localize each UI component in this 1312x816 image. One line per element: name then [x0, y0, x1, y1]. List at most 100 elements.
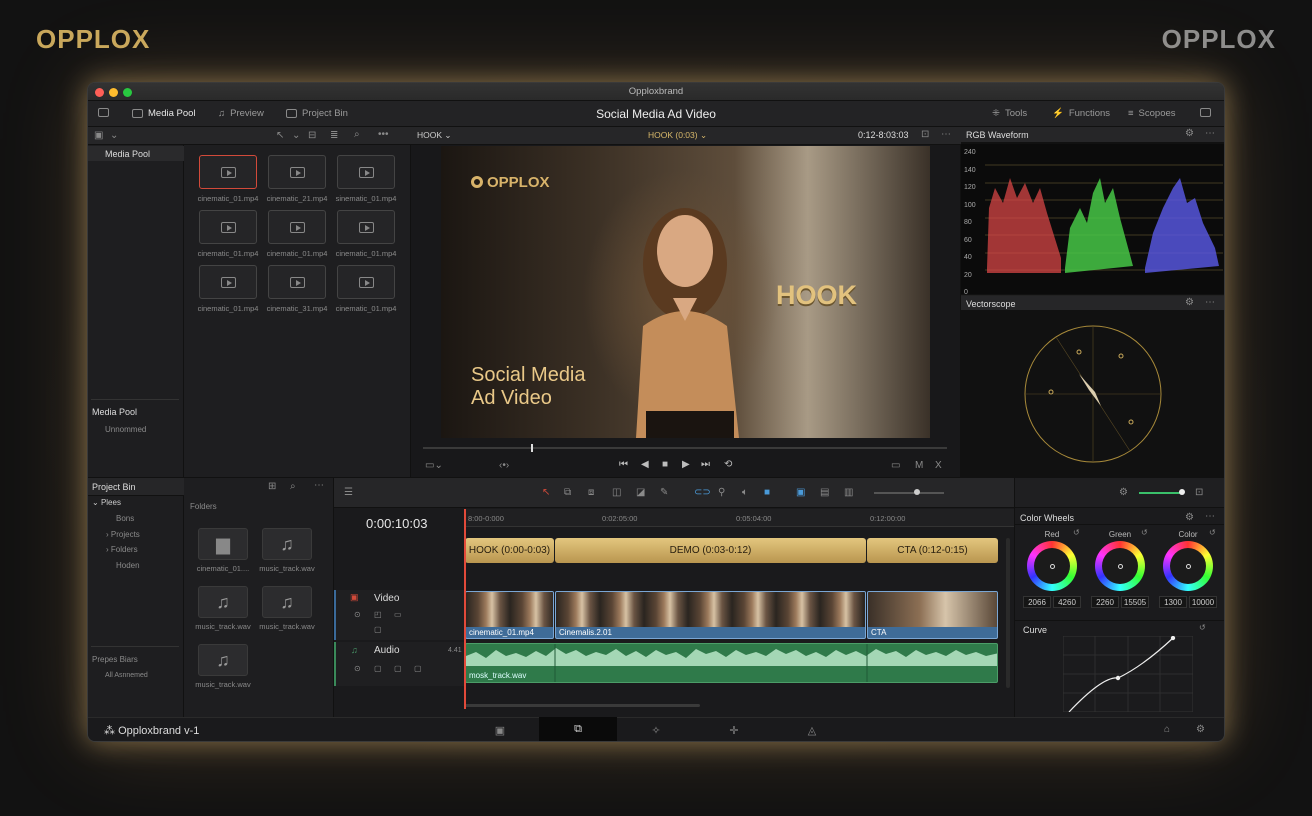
wheel-value[interactable]: 2066	[1023, 596, 1051, 608]
media-clip-thumb[interactable]	[268, 265, 326, 299]
video-clip-1[interactable]: cinematic_01.mp4	[465, 591, 554, 639]
wheel-value[interactable]: 4260	[1053, 596, 1081, 608]
reset-icon[interactable]: ↺	[1199, 623, 1206, 632]
selection-tool-icon[interactable]: ↖	[542, 487, 550, 498]
view-mode-icon[interactable]: ▭⌄	[425, 460, 443, 471]
loop-icon[interactable]: ⟲	[724, 459, 732, 470]
blade-tool-icon[interactable]: ⧈	[588, 487, 594, 498]
gear-icon[interactable]: ⚙	[1119, 487, 1128, 498]
viewer-clip-dropdown[interactable]: HOOK ⌄	[417, 130, 452, 141]
play-icon[interactable]: ▶	[682, 459, 690, 470]
gear-icon[interactable]: ⚙	[1185, 512, 1194, 523]
sidebar-item-media-pool[interactable]: Media Pool	[88, 146, 184, 161]
wheel-handle[interactable]	[1118, 564, 1123, 569]
bin-item-thumb[interactable]: ♫	[262, 528, 312, 560]
zoom-slider[interactable]	[874, 489, 944, 495]
timeline-scrollbar[interactable]	[464, 704, 700, 707]
wheel-handle[interactable]	[1186, 564, 1191, 569]
stop-icon[interactable]: ■	[662, 459, 668, 470]
bin-item-thumb[interactable]: ♫	[262, 586, 312, 618]
camera-tool-icon[interactable]: ◫	[612, 487, 621, 498]
enable-icon[interactable]: ▢	[374, 625, 382, 634]
page-fusion-button[interactable]: ✧	[617, 717, 695, 741]
output-icon[interactable]: ▭	[394, 610, 402, 619]
color-wheel-green[interactable]	[1095, 541, 1145, 591]
wheel-handle[interactable]	[1050, 564, 1055, 569]
scopes-button[interactable]: ≡ Scopoes	[1128, 108, 1176, 119]
page-edit-button[interactable]: ⧉	[539, 717, 617, 741]
mark-out-icon[interactable]: X	[935, 460, 942, 471]
media-clip-thumb[interactable]	[268, 155, 326, 189]
more-icon[interactable]: ⋯	[1205, 511, 1215, 522]
segment-demo[interactable]: DEMO (0:03-0:12)	[555, 538, 866, 563]
timeline-ruler[interactable]: 8:00-0:000 0:02:05:00 0:05:04:00 0:12:00…	[464, 509, 1014, 527]
reset-icon[interactable]: ↺	[1141, 528, 1148, 537]
chevron-down-icon[interactable]: ⌄	[110, 130, 118, 141]
skip-forward-icon[interactable]: ⏭	[701, 459, 710, 470]
media-clip-thumb[interactable]	[337, 155, 395, 189]
more-icon[interactable]: ⋯	[941, 129, 951, 140]
replace-icon[interactable]: ▥	[844, 487, 853, 498]
search-icon[interactable]: ⌕	[354, 129, 360, 140]
pen-tool-icon[interactable]: ✎	[660, 487, 668, 498]
segment-cta[interactable]: CTA (0:12-0:15)	[867, 538, 998, 563]
media-clip-thumb[interactable]	[199, 265, 257, 299]
bin-item-thumb[interactable]: ▆	[198, 528, 248, 560]
timeline-options-icon[interactable]: ☰	[344, 487, 353, 498]
page-deliver-button[interactable]: ◬	[773, 717, 851, 741]
functions-button[interactable]: ⚡ Functions	[1052, 108, 1110, 119]
segment-hook[interactable]: HOOK (0:00-0:03)	[465, 538, 554, 563]
eye-icon[interactable]: ◰	[374, 610, 382, 619]
page-color-button[interactable]: ✛	[695, 717, 773, 741]
more-icon[interactable]: ⋯	[1205, 128, 1215, 139]
video-clip-3[interactable]: CTA	[867, 591, 998, 639]
scrubber-handle[interactable]	[531, 444, 533, 452]
panel-toggle-icon[interactable]	[1200, 108, 1211, 117]
wheel-value[interactable]: 1300	[1159, 596, 1187, 608]
reset-icon[interactable]: ↺	[1073, 528, 1080, 537]
bin-item-thumb[interactable]: ♫	[198, 586, 248, 618]
tree-item-hoden[interactable]: Hoden	[116, 561, 140, 570]
lock-icon[interactable]: ⊙	[354, 664, 361, 673]
tree-item-projects[interactable]: › Projects	[106, 530, 140, 539]
fullscreen-icon[interactable]: ⊡	[921, 129, 929, 140]
zoom-slider-handle[interactable]	[914, 489, 920, 495]
solo-icon[interactable]: ▢	[374, 664, 382, 673]
jog-wheel-icon[interactable]: ‹•›	[499, 460, 509, 471]
skip-back-icon[interactable]: ⏮	[619, 459, 628, 470]
marker-icon[interactable]: ▣	[796, 487, 805, 498]
playhead[interactable]	[464, 509, 466, 709]
trim-tool-icon[interactable]: ⧉	[564, 487, 571, 498]
media-clip-thumb[interactable]	[199, 155, 257, 189]
reset-icon[interactable]: ↺	[1209, 528, 1216, 537]
curve-graph[interactable]	[1063, 636, 1193, 712]
video-clip-2[interactable]: Cinemalis.2.01	[555, 591, 866, 639]
step-back-icon[interactable]: ◀	[641, 459, 649, 470]
color-slider-handle[interactable]	[1179, 489, 1185, 495]
mute-icon[interactable]: ▢	[394, 664, 402, 673]
tree-item-plees[interactable]: ⌄ Plees	[92, 498, 121, 507]
audio-track-icon[interactable]: ♫	[351, 645, 358, 655]
tools-button[interactable]: ⁜ Tools	[992, 108, 1027, 119]
flag-icon[interactable]: ■	[764, 487, 770, 498]
color-wheel-color[interactable]	[1163, 541, 1213, 591]
lock-icon[interactable]: ⊙	[354, 610, 361, 619]
media-clip-thumb[interactable]	[337, 210, 395, 244]
media-clip-thumb[interactable]	[268, 210, 326, 244]
tree-item-folders[interactable]: › Folders	[106, 545, 138, 554]
snap-icon[interactable]: ⊂⊃	[694, 487, 711, 498]
record-icon[interactable]: ▢	[414, 664, 422, 673]
wheel-value[interactable]: 15505	[1121, 596, 1149, 608]
mark-in-icon[interactable]: M	[915, 460, 923, 471]
media-clip-thumb[interactable]	[337, 265, 395, 299]
chevron-down-icon[interactable]: ⌄	[292, 130, 300, 141]
fit-icon[interactable]: ⊡	[1195, 487, 1203, 498]
bin-item-thumb[interactable]: ♫	[198, 644, 248, 676]
audio-icon[interactable]: 🔈︎	[742, 487, 748, 498]
page-media-button[interactable]: ▣	[461, 717, 539, 741]
audio-clip[interactable]: mosk_track.wav	[465, 643, 998, 683]
more-icon[interactable]: ⋯	[314, 480, 324, 491]
thumbnail-view-icon[interactable]: ⊞	[268, 481, 276, 492]
filter-icon[interactable]: ⊟	[308, 130, 316, 141]
gear-icon[interactable]: ⚙	[1185, 297, 1194, 308]
